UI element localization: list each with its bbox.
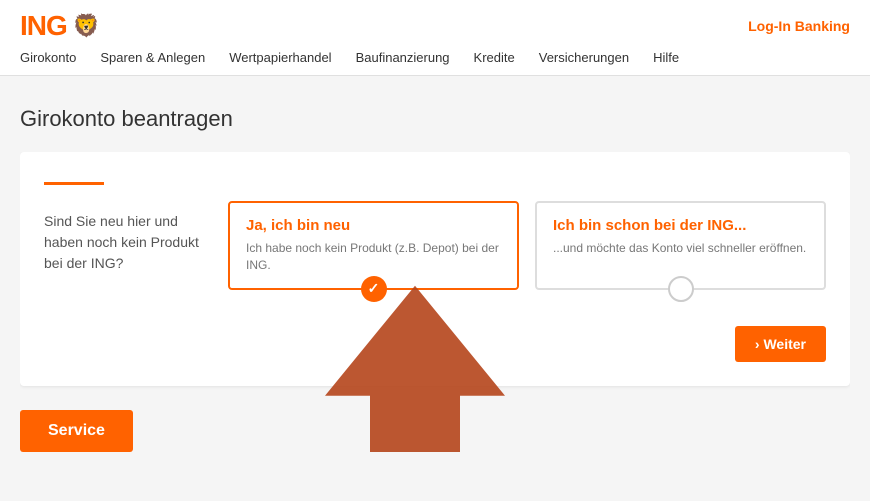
option-new[interactable]: Ja, ich bin neu Ich habe noch kein Produ…	[228, 201, 519, 290]
option-new-desc: Ich habe noch kein Produkt (z.B. Depot) …	[246, 240, 501, 274]
card-accent-line	[44, 182, 104, 185]
nav-item-sparen[interactable]: Sparen & Anlegen	[100, 50, 205, 65]
logo-lion-icon: 🦁	[73, 13, 100, 39]
options-container: Ja, ich bin neu Ich habe noch kein Produ…	[228, 201, 826, 290]
nav-item-wertpapier[interactable]: Wertpapierhandel	[229, 50, 331, 65]
logo: ING 🦁	[20, 10, 100, 42]
card: Sind Sie neu hier und haben noch kein Pr…	[20, 152, 850, 386]
nav-item-baufinanzierung[interactable]: Baufinanzierung	[356, 50, 450, 65]
option-existing-title: Ich bin schon bei der ING...	[553, 217, 808, 234]
option-existing[interactable]: Ich bin schon bei der ING... ...und möch…	[535, 201, 826, 290]
logo-text: ING	[20, 10, 67, 42]
page-title: Girokonto beantragen	[20, 106, 850, 132]
page-wrapper: Sind Sie neu hier und haben noch kein Pr…	[20, 152, 850, 452]
option-new-title: Ja, ich bin neu	[246, 217, 501, 234]
card-inner: Sind Sie neu hier und haben noch kein Pr…	[44, 201, 826, 290]
main-content: Girokonto beantragen Sind Sie neu hier u…	[0, 76, 870, 472]
option-new-radio: ✓	[361, 276, 387, 302]
nav-item-girokonto[interactable]: Girokonto	[20, 50, 76, 65]
option-existing-radio	[668, 276, 694, 302]
nav-item-kredite[interactable]: Kredite	[474, 50, 515, 65]
weiter-row: › Weiter	[44, 326, 826, 362]
service-button[interactable]: Service	[20, 410, 133, 452]
header: ING 🦁 Log-In Banking Girokonto Sparen & …	[0, 0, 870, 76]
card-question: Sind Sie neu hier und haben noch kein Pr…	[44, 201, 204, 274]
weiter-button[interactable]: › Weiter	[735, 326, 826, 362]
navigation: Girokonto Sparen & Anlegen Wertpapierhan…	[20, 50, 850, 75]
nav-item-versicherungen[interactable]: Versicherungen	[539, 50, 629, 65]
service-button-row: Service	[20, 386, 850, 452]
login-link[interactable]: Log-In Banking	[748, 18, 850, 34]
nav-item-hilfe[interactable]: Hilfe	[653, 50, 679, 65]
option-existing-desc: ...und möchte das Konto viel schneller e…	[553, 240, 808, 257]
header-top: ING 🦁 Log-In Banking	[20, 0, 850, 50]
